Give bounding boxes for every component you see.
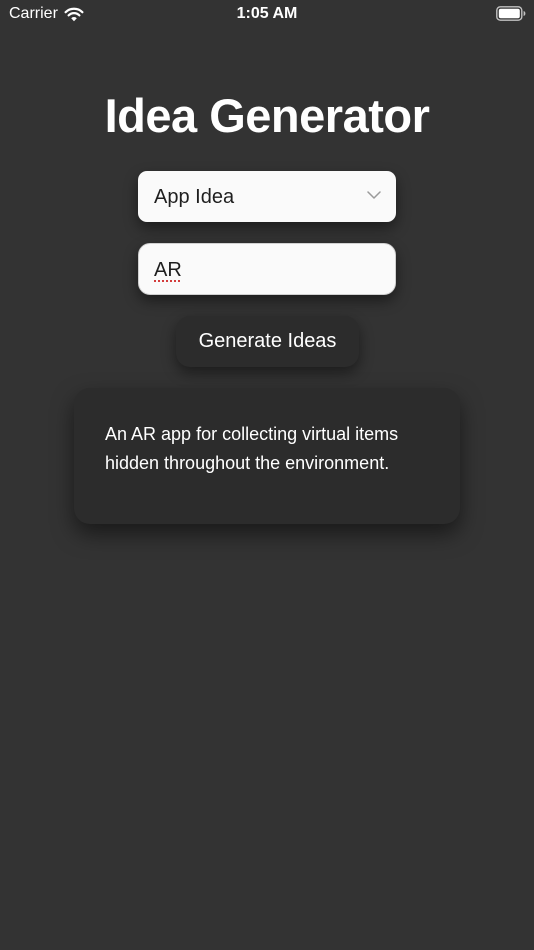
battery-full-icon [496, 6, 526, 21]
result-card: An AR app for collecting virtual items h… [74, 388, 460, 524]
generate-ideas-label: Generate Ideas [198, 330, 337, 352]
status-time: 1:05 AM [236, 5, 298, 22]
category-select[interactable]: App Idea [138, 171, 396, 222]
generate-ideas-button[interactable]: Generate Ideas [176, 316, 359, 367]
status-bar: Carrier 1:05 AM [0, 0, 534, 30]
result-text: An AR app for collecting virtual items h… [105, 424, 399, 473]
topic-input-value: AR [154, 259, 182, 281]
page-title: Idea Generator [104, 89, 430, 142]
chevron-down-icon [367, 191, 381, 199]
topic-input[interactable]: AR [138, 243, 396, 295]
category-select-value: App Idea [154, 186, 235, 208]
